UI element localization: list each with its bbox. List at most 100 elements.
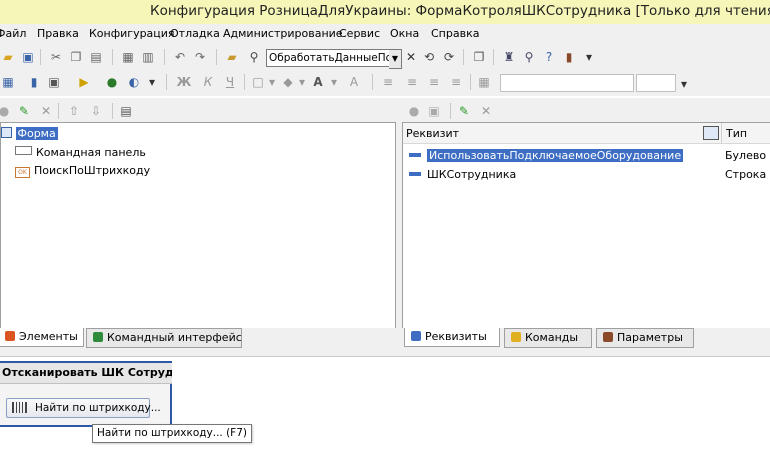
properties-icon[interactable]: ▤ bbox=[118, 103, 134, 119]
font-color-icon[interactable]: A bbox=[310, 74, 326, 90]
tab-commands[interactable]: Команды bbox=[504, 328, 592, 348]
menu-windows[interactable]: Окна bbox=[390, 27, 419, 40]
move-up-icon[interactable]: ⇧ bbox=[66, 103, 82, 119]
toolbar-separator bbox=[463, 49, 464, 65]
open-folder-icon[interactable]: ▰ bbox=[0, 49, 16, 65]
button-label: Найти по штрихкоду... bbox=[35, 402, 161, 414]
search-dropdown-button[interactable]: ▼ bbox=[389, 49, 402, 69]
delete-icon[interactable]: ✕ bbox=[38, 103, 54, 119]
menu-debug[interactable]: Отладка bbox=[170, 27, 220, 40]
print-preview-icon[interactable]: ▥ bbox=[140, 49, 156, 65]
column-header-requisite[interactable]: Реквизит bbox=[406, 127, 459, 140]
elements-tab-icon bbox=[5, 331, 15, 341]
column-header-type[interactable]: Тип bbox=[726, 127, 747, 140]
globe-icon[interactable]: ● bbox=[104, 74, 120, 90]
bold-icon[interactable]: Ж bbox=[176, 74, 192, 90]
save-icon[interactable]: ▣ bbox=[20, 49, 36, 65]
tooltip: Найти по штрихкоду... (F7) bbox=[92, 424, 252, 443]
format-toolbar: ▦ ▮ ▣ ▶ ● ◐ ▾ Ж К Ч □ ▾ ◆ ▾ A ▾ A ≡ ≡ ≡ … bbox=[0, 70, 770, 96]
elements-tree: Форма Командная панель OK ПоискПоШтрихкод… bbox=[0, 122, 396, 329]
tree-item-form[interactable]: Форма bbox=[1, 126, 58, 142]
menu-administration[interactable]: Администрирование bbox=[223, 27, 343, 40]
cut-icon[interactable]: ✂ bbox=[48, 49, 64, 65]
copy-icon[interactable]: ❐ bbox=[68, 49, 84, 65]
undo-icon[interactable]: ↶ bbox=[172, 49, 188, 65]
menu-service[interactable]: Сервис bbox=[339, 27, 380, 40]
find-by-barcode-button[interactable]: Найти по штрихкоду... bbox=[6, 398, 161, 418]
database-icon[interactable]: ▮ bbox=[26, 74, 42, 90]
toolbar-separator bbox=[493, 49, 494, 65]
align-center-icon[interactable]: ≡ bbox=[404, 74, 420, 90]
paste-icon[interactable]: ▤ bbox=[88, 49, 104, 65]
find-next-icon[interactable]: ⟲ bbox=[421, 49, 437, 65]
wizard-icon[interactable]: ♜ bbox=[501, 49, 517, 65]
launch-icon[interactable]: ◐ bbox=[126, 74, 142, 90]
form-icon[interactable]: ▣ bbox=[46, 74, 62, 90]
tab-label: Реквизиты bbox=[425, 330, 487, 343]
redo-icon[interactable]: ↷ bbox=[192, 49, 208, 65]
tree-item-barcode-search[interactable]: OK ПоискПоШтрихкоду bbox=[15, 163, 150, 179]
type-column-icon bbox=[703, 126, 719, 140]
chevron-down-icon[interactable]: ▾ bbox=[264, 74, 280, 90]
tab-label: Команды bbox=[525, 331, 579, 344]
tree-item-command-panel[interactable]: Командная панель bbox=[15, 145, 146, 161]
font-name-select[interactable] bbox=[500, 74, 634, 92]
chevron-down-icon[interactable]: ▾ bbox=[581, 49, 597, 65]
menu-bar: Файл Правка Конфигурация Отладка Админис… bbox=[0, 24, 770, 44]
requisites-table: Реквизит Тип ИспользоватьПодключаемоеОбо… bbox=[402, 122, 770, 329]
underline-icon[interactable]: Ч bbox=[222, 74, 238, 90]
chevron-down-icon[interactable]: ▾ bbox=[144, 74, 160, 90]
command-panel-icon bbox=[15, 146, 32, 155]
help-icon[interactable]: ? bbox=[541, 49, 557, 65]
run-debug-icon[interactable]: ▶ bbox=[76, 74, 92, 90]
table-row[interactable]: ИспользоватьПодключаемоеОборудование Бул… bbox=[409, 148, 769, 164]
tab-command-interface[interactable]: Командный интерфейс bbox=[86, 328, 242, 348]
structure-icon[interactable]: ▦ bbox=[0, 74, 16, 90]
window-title: Конфигурация РозницаДляУкраины: ФормаКот… bbox=[150, 3, 770, 19]
tab-elements[interactable]: Элементы bbox=[0, 328, 84, 347]
edit-icon[interactable]: ✎ bbox=[16, 103, 32, 119]
debug-icon[interactable]: ▮ bbox=[561, 49, 577, 65]
move-down-icon[interactable]: ⇩ bbox=[88, 103, 104, 119]
italic-icon[interactable]: К bbox=[200, 74, 216, 90]
title-bar: Конфигурация РозницаДляУкраины: ФормаКот… bbox=[0, 0, 770, 25]
add-child-icon[interactable]: ▣ bbox=[426, 103, 442, 119]
menu-edit[interactable]: Правка bbox=[37, 27, 79, 40]
elements-toolbar: ● ✎ ✕ ⇧ ⇩ ▤ bbox=[0, 98, 396, 122]
add-requisite-icon[interactable]: ● bbox=[406, 103, 422, 119]
menu-help[interactable]: Справка bbox=[431, 27, 479, 40]
preview-form[interactable]: Отсканировать ШК Сотрудни Найти по штрих… bbox=[0, 361, 172, 427]
chevron-down-icon[interactable]: ▾ bbox=[294, 74, 310, 90]
table-row[interactable]: ШКСотрудника Строка bbox=[409, 167, 769, 183]
tree-item-label: ПоискПоШтрихкоду bbox=[34, 164, 151, 177]
requisite-name: ИспользоватьПодключаемоеОборудование bbox=[427, 149, 684, 162]
toolbar-separator bbox=[40, 49, 41, 65]
cell-icon[interactable]: ▦ bbox=[476, 74, 492, 90]
chevron-down-icon[interactable]: ▾ bbox=[676, 76, 692, 92]
syntax-helper-icon[interactable]: ⚲ bbox=[521, 49, 537, 65]
font-size-icon[interactable]: A bbox=[346, 74, 362, 90]
find-previous-icon[interactable]: ⟳ bbox=[441, 49, 457, 65]
search-icon[interactable]: ⚲ bbox=[246, 49, 262, 65]
tab-requisites[interactable]: Реквизиты bbox=[404, 328, 500, 347]
tab-label: Параметры bbox=[617, 331, 683, 344]
vertical-splitter[interactable] bbox=[396, 98, 402, 356]
chevron-down-icon[interactable]: ▾ bbox=[326, 74, 342, 90]
align-right-icon[interactable]: ≡ bbox=[426, 74, 442, 90]
tab-label: Элементы bbox=[19, 330, 78, 343]
delete-icon[interactable]: ✕ bbox=[478, 103, 494, 119]
windows-icon[interactable]: ❐ bbox=[471, 49, 487, 65]
menu-configuration[interactable]: Конфигурация bbox=[89, 27, 175, 40]
add-icon[interactable]: ● bbox=[0, 103, 12, 119]
find-in-folder-icon[interactable]: ▰ bbox=[224, 49, 240, 65]
search-input[interactable]: ОбработатьДанныеПо bbox=[266, 49, 392, 67]
tab-parameters[interactable]: Параметры bbox=[596, 328, 694, 348]
print-icon[interactable]: ▦ bbox=[120, 49, 136, 65]
requisite-type: Строка bbox=[725, 168, 767, 181]
edit-icon[interactable]: ✎ bbox=[456, 103, 472, 119]
clear-search-icon[interactable]: ✕ bbox=[403, 49, 419, 65]
menu-file[interactable]: Файл bbox=[0, 27, 26, 40]
font-size-select[interactable] bbox=[636, 74, 676, 92]
align-left-icon[interactable]: ≡ bbox=[380, 74, 396, 90]
align-justify-icon[interactable]: ≡ bbox=[448, 74, 464, 90]
